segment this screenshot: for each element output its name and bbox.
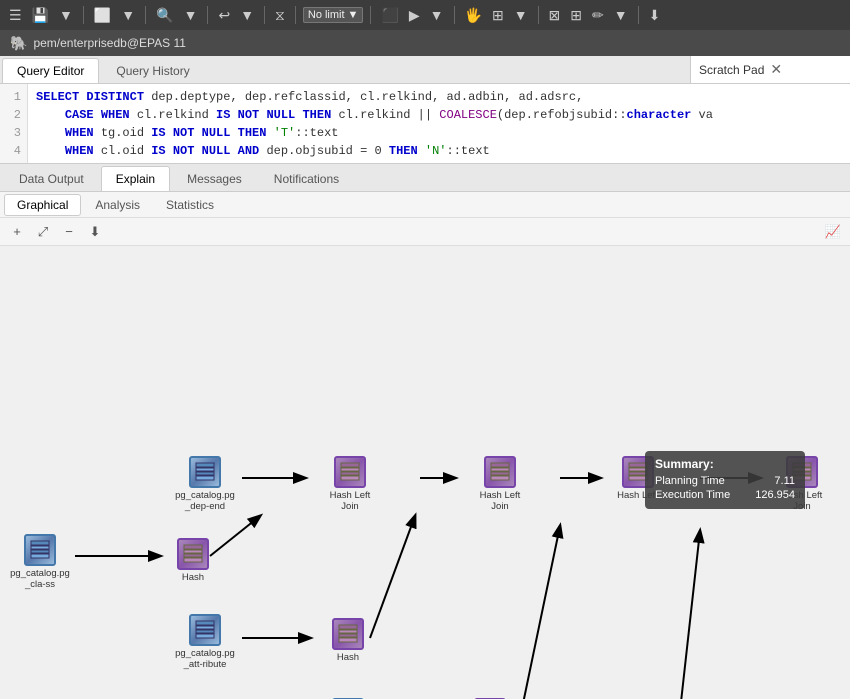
- diagram-wrapper: pg_catalog.pg_dep-end pg_catalog.pg_cla-…: [0, 246, 850, 699]
- explain-tab-graphical[interactable]: Graphical: [4, 194, 81, 216]
- main-tabs-row: Query Editor Query History Scratch Pad ✕: [0, 56, 850, 84]
- zoom-in-icon[interactable]: +: [6, 221, 28, 243]
- toolbar-icon-14[interactable]: ▼: [611, 5, 631, 25]
- node-pg-dep-end[interactable]: pg_catalog.pg_dep-end: [175, 456, 235, 513]
- sep5: [295, 6, 296, 24]
- node-hash-1[interactable]: Hash: [163, 538, 223, 583]
- scratch-close-icon[interactable]: ✕: [770, 61, 782, 78]
- sep3: [207, 6, 208, 24]
- explain-tab-analysis[interactable]: Analysis: [83, 195, 152, 215]
- summary-tooltip: Summary: Planning Time 7.11 Execution Ti…: [645, 451, 805, 509]
- planning-label: Planning Time: [655, 475, 725, 487]
- sep2: [145, 6, 146, 24]
- explain-tabs-row: Graphical Analysis Statistics: [0, 192, 850, 218]
- tab-query-editor[interactable]: Query Editor: [2, 58, 99, 83]
- sql-content[interactable]: SELECT DISTINCT dep.deptype, dep.refclas…: [28, 84, 850, 163]
- hash-node-icon: [177, 538, 209, 570]
- explain-tab-statistics[interactable]: Statistics: [154, 195, 226, 215]
- line-numbers: 1 2 3 4: [0, 84, 28, 163]
- sep9: [638, 6, 639, 24]
- toolbar-icon-filter[interactable]: ⧖: [272, 5, 288, 26]
- hash-join-node-icon: [334, 456, 366, 488]
- execution-value: 126.954: [755, 489, 795, 501]
- summary-execution-row: Execution Time 126.954: [655, 489, 795, 501]
- node-label: pg_catalog.pg_att-ribute: [175, 648, 235, 671]
- sep8: [538, 6, 539, 24]
- sep4: [264, 6, 265, 24]
- node-pg-attribute[interactable]: pg_catalog.pg_att-ribute: [175, 614, 235, 671]
- tab-messages[interactable]: Messages: [172, 166, 257, 191]
- sep7: [454, 6, 455, 24]
- toolbar-icon-7[interactable]: ▼: [181, 5, 201, 25]
- toolbar-icon-15[interactable]: ⬇: [646, 5, 664, 26]
- toolbar-icon-13[interactable]: ✏: [589, 5, 607, 26]
- toolbar-icon-11[interactable]: ⊠: [546, 5, 564, 26]
- diagram-scroll[interactable]: pg_catalog.pg_dep-end pg_catalog.pg_cla-…: [0, 246, 850, 699]
- zoom-out-icon[interactable]: −: [58, 221, 80, 243]
- node-label: Hash: [182, 572, 204, 583]
- tab-query-history[interactable]: Query History: [101, 58, 204, 83]
- limit-dropdown[interactable]: No limit ▼: [303, 7, 364, 23]
- hash-node-icon: [332, 618, 364, 650]
- sql-editor[interactable]: 1 2 3 4 SELECT DISTINCT dep.deptype, dep…: [0, 84, 850, 164]
- toolbar-icon-12[interactable]: ⊞: [567, 5, 585, 26]
- table-node-icon: [189, 456, 221, 488]
- connection-title: pem/enterprisedb@EPAS 11: [33, 36, 185, 50]
- run-icon[interactable]: ▶: [406, 5, 423, 26]
- node-hash-left-join-2[interactable]: Hash Left Join: [460, 456, 540, 513]
- node-label: Hash: [337, 652, 359, 663]
- scratch-pad-area: Scratch Pad ✕: [690, 56, 850, 84]
- scratch-pad-label: Scratch Pad: [699, 63, 764, 77]
- tab-data-output[interactable]: Data Output: [4, 166, 99, 191]
- toolbar-icon-3[interactable]: ▼: [56, 5, 76, 25]
- toolbar-icon-10[interactable]: ▼: [511, 5, 531, 25]
- toolbar-icon-9[interactable]: ▼: [237, 5, 257, 25]
- node-label: Hash Left Join: [320, 490, 380, 513]
- content-wrapper: Graphical Analysis Statistics + ⤢ − ⬇ 📈: [0, 192, 850, 699]
- node-pg-class[interactable]: pg_catalog.pg_cla-ss: [10, 534, 70, 591]
- toolbar-icon-1[interactable]: ☰: [6, 5, 25, 26]
- toolbar-icon-8[interactable]: ↩: [215, 5, 233, 26]
- run-dropdown-icon[interactable]: ▼: [427, 5, 447, 25]
- execution-label: Execution Time: [655, 489, 730, 501]
- node-label: Hash Left Join: [470, 490, 530, 513]
- toolbar-icon-2[interactable]: 💾: [29, 5, 52, 26]
- sub-tabs-row: Data Output Explain Messages Notificatio…: [0, 164, 850, 192]
- sep1: [83, 6, 84, 24]
- download-icon[interactable]: ⬇: [84, 221, 106, 243]
- tab-notifications[interactable]: Notifications: [259, 166, 354, 191]
- planning-value: 7.11: [774, 475, 795, 487]
- graphical-toolbar: + ⤢ − ⬇ 📈: [0, 218, 850, 246]
- hand-icon[interactable]: 🖐: [462, 5, 485, 26]
- node-hash-2[interactable]: Hash: [318, 618, 378, 663]
- diagram-inner: pg_catalog.pg_dep-end pg_catalog.pg_cla-…: [0, 246, 850, 699]
- table-node-icon: [189, 614, 221, 646]
- table-node-icon: [24, 534, 56, 566]
- stop-icon[interactable]: ⬛: [378, 5, 401, 26]
- toolbar-icon-6[interactable]: 🔍: [153, 5, 176, 26]
- node-hash-left-join-1[interactable]: Hash Left Join: [310, 456, 390, 513]
- toolbar-icon-5[interactable]: ▼: [118, 5, 138, 25]
- title-bar: 🐘 pem/enterprisedb@EPAS 11: [0, 30, 850, 56]
- main-toolbar: ☰ 💾 ▼ ⬜ ▼ 🔍 ▼ ↩ ▼ ⧖ No limit ▼ ⬛ ▶ ▼ 🖐 ⊞…: [0, 0, 850, 30]
- hash-join-node-icon: [484, 456, 516, 488]
- summary-title: Summary:: [655, 457, 795, 471]
- toolbar-icon-4[interactable]: ⬜: [91, 5, 114, 26]
- zoom-fit-icon[interactable]: ⤢: [32, 221, 54, 243]
- db-icon: 🐘: [10, 35, 27, 52]
- trend-icon[interactable]: 📈: [822, 221, 844, 243]
- node-label: pg_catalog.pg_dep-end: [175, 490, 235, 513]
- tab-explain[interactable]: Explain: [101, 166, 170, 191]
- node-label: pg_catalog.pg_cla-ss: [10, 568, 70, 591]
- summary-planning-row: Planning Time 7.11: [655, 475, 795, 487]
- grid-icon[interactable]: ⊞: [489, 5, 507, 26]
- sep6: [370, 6, 371, 24]
